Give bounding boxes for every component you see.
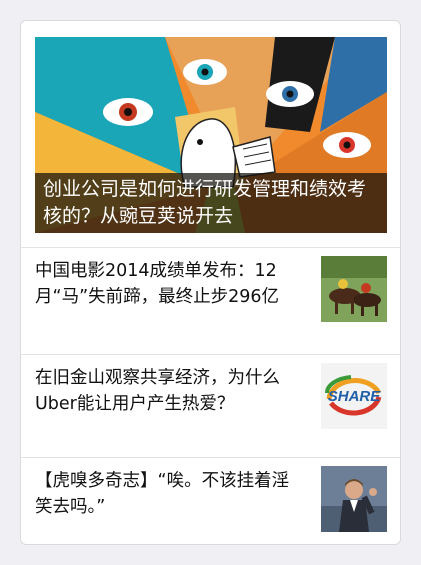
horse-racing-icon <box>321 256 387 322</box>
hero-article[interactable]: 创业公司是如何进行研发管理和绩效考核的？从豌豆荚说开去 <box>35 37 387 233</box>
list-item[interactable]: 中国电影2014成绩单发布：12月“马”失前蹄，最终止步296亿 <box>21 247 400 354</box>
list-item[interactable]: 在旧金山观察共享经济，为什么Uber能让用户产生热爱？ SHARE <box>21 354 400 457</box>
article-title: 【虎嗅多奇志】“唉。不该挂着淫笑去吗。” <box>35 471 290 517</box>
article-thumbnail <box>321 256 387 322</box>
hero-title: 创业公司是如何进行研发管理和绩效考核的？从豌豆荚说开去 <box>35 173 387 233</box>
share-logo-text: SHARE <box>328 388 382 405</box>
news-card: 创业公司是如何进行研发管理和绩效考核的？从豌豆荚说开去 中国电影2014成绩单发… <box>20 20 401 545</box>
list-item[interactable]: 【虎嗅多奇志】“唉。不该挂着淫笑去吗。” <box>21 457 400 544</box>
man-in-suit-icon <box>321 466 387 532</box>
article-thumbnail: SHARE <box>321 363 387 429</box>
article-title: 中国电影2014成绩单发布：12月“马”失前蹄，最终止步296亿 <box>35 261 280 307</box>
article-title: 在旧金山观察共享经济，为什么Uber能让用户产生热爱？ <box>35 368 280 414</box>
article-thumbnail <box>321 466 387 532</box>
share-logo-icon: SHARE <box>321 363 387 429</box>
